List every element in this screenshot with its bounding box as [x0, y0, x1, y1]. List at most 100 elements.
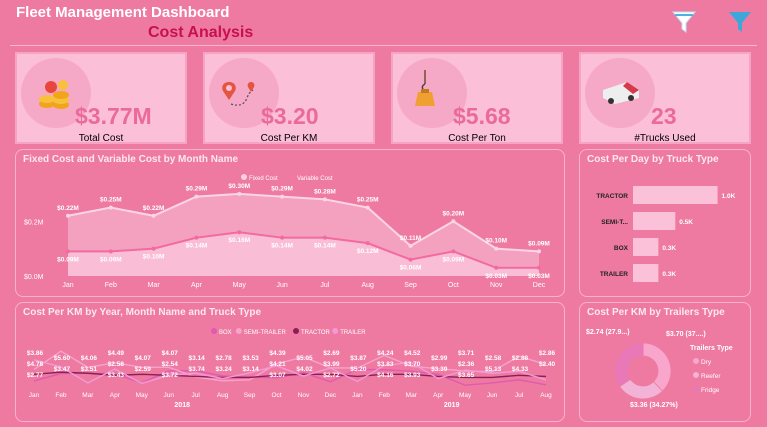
data-label: $0.28M	[314, 188, 336, 195]
data-label: $0.14M	[186, 243, 208, 250]
legend-label: TRACTOR	[301, 330, 331, 336]
data-label: $4.16	[377, 372, 394, 379]
data-point	[194, 194, 199, 199]
data-label: $2.40	[539, 361, 556, 368]
data-label: $3.51	[81, 366, 98, 373]
slice-label: $3.36 (34.27%)	[630, 402, 678, 409]
bar-value-label: 0.5K	[679, 219, 693, 226]
x-tick-label: Jul	[320, 282, 329, 289]
data-label: $3.86	[27, 350, 44, 357]
data-label: $2.99	[431, 355, 448, 362]
data-point	[151, 246, 156, 251]
legend-marker	[293, 328, 299, 334]
x-tick-label: Oct	[271, 392, 281, 399]
data-label: $0.11M	[400, 235, 421, 242]
data-label: $4.07	[162, 350, 179, 357]
bar-value-label: 1.0K	[722, 193, 736, 200]
kpi-card-total-cost: $3.77M Total Cost	[15, 52, 187, 144]
data-label: $5.60	[54, 355, 71, 362]
data-point	[537, 265, 541, 270]
x-tick-label: Jun	[163, 392, 174, 399]
legend-marker	[289, 174, 295, 180]
trailers-donut-chart: $3.70 (37....) $2.74 (27.9...) $3.36 (34.2…	[586, 329, 733, 409]
legend-marker	[693, 372, 699, 378]
kpi-value: $3.77M	[75, 103, 152, 129]
legend-label: Variable Cost	[297, 176, 333, 182]
data-label: $5.13	[485, 366, 502, 373]
bar-value-label: 0.3K	[662, 271, 676, 278]
x-tick-label: Mar	[82, 392, 94, 399]
x-tick-label: Apr	[433, 392, 444, 399]
data-label: $0.25M	[357, 197, 379, 204]
data-label: $0.10M	[143, 254, 165, 261]
data-label: $4.02	[296, 366, 313, 373]
x-tick-label: Jul	[192, 392, 201, 399]
data-label: $3.99	[323, 361, 340, 368]
category-label: TRACTOR	[596, 193, 628, 200]
cost-per-km-trend-chart: BOX SEMI-TRAILER TRACTOR TRAILER $3.86 $4.78 $…	[27, 328, 556, 409]
x-tick-label: Jul	[515, 392, 524, 399]
data-label: $0.09M	[100, 256, 122, 263]
x-tick-label: Jun	[487, 392, 498, 399]
data-label: $0.30M	[228, 183, 250, 190]
fixed-variable-cost-panel: Fixed Cost and Variable Cost by Month Na…	[15, 149, 565, 297]
data-label: $3.14	[189, 355, 206, 362]
data-point	[365, 205, 370, 210]
cost-per-km-trend-panel: Cost Per KM by Year, Month Name and Truc…	[15, 302, 565, 422]
data-label: $0.14M	[271, 243, 293, 250]
x-tick-label: Aug	[540, 392, 552, 399]
x-tick-label: Nov	[298, 392, 310, 399]
x-tick-label: Sep	[244, 392, 256, 399]
data-label: $0.10M	[485, 238, 507, 245]
data-label: $4.07	[135, 355, 152, 362]
data-label: $0.09M	[528, 240, 550, 247]
data-label: $3.53	[242, 355, 259, 362]
data-label: $2.78	[215, 355, 232, 362]
category-label: SEMI-T...	[601, 219, 628, 226]
data-point	[280, 194, 285, 199]
fixed-variable-cost-chart: $0.0M $0.2M Fixed Cost Variable Cost $0.22M $…	[24, 174, 550, 289]
category-label: TRAILER	[600, 271, 628, 278]
bar-value-label: 0.3K	[662, 245, 676, 252]
data-label: $0.29M	[271, 186, 293, 193]
funnel-icon[interactable]	[727, 8, 753, 36]
data-label: $4.78	[27, 361, 44, 368]
page-subtitle: Cost Analysis	[148, 24, 254, 41]
x-tick-label: Apr	[191, 282, 203, 289]
data-point	[108, 205, 113, 210]
data-label: $3.74	[189, 366, 206, 373]
x-tick-label: May	[459, 392, 472, 399]
route-pin-icon	[222, 82, 255, 106]
data-label: $2.59	[135, 366, 152, 373]
data-label: $2.36	[458, 361, 475, 368]
year-label: 2019	[444, 402, 460, 409]
data-label: $3.07	[269, 372, 286, 379]
data-point	[151, 213, 156, 218]
data-label: $2.72	[323, 372, 340, 379]
data-label: $3.47	[54, 366, 71, 373]
x-tick-label: Oct	[448, 282, 459, 289]
data-point	[108, 249, 113, 254]
data-point	[194, 235, 199, 240]
x-tick-label: Dec	[533, 282, 546, 289]
x-tick-label: Mar	[148, 282, 161, 289]
legend-label: Fixed Cost	[249, 176, 278, 182]
funnel-icon[interactable]	[671, 8, 697, 36]
data-label: $3.39	[431, 366, 448, 373]
kpi-label: Cost Per KM	[260, 133, 318, 144]
cost-per-day-chart: TRACTOR 1.0K SEMI-T... 0.5K BOX 0.3K TRAILER 0.…	[596, 186, 736, 282]
data-point	[408, 257, 413, 262]
data-label: $0.09M	[57, 256, 79, 263]
data-label: $2.69	[323, 350, 340, 357]
legend-marker	[693, 386, 699, 392]
data-label: $0.06M	[400, 265, 422, 272]
kpi-label: Cost Per Ton	[448, 133, 506, 144]
data-point	[66, 249, 70, 254]
data-label: $2.58	[485, 355, 502, 362]
x-tick-label: Nov	[490, 282, 503, 289]
data-point	[537, 249, 541, 254]
data-label: $4.39	[269, 350, 286, 357]
x-tick-label: Feb	[379, 392, 391, 399]
pie-slice	[614, 342, 644, 387]
data-point	[322, 235, 327, 240]
